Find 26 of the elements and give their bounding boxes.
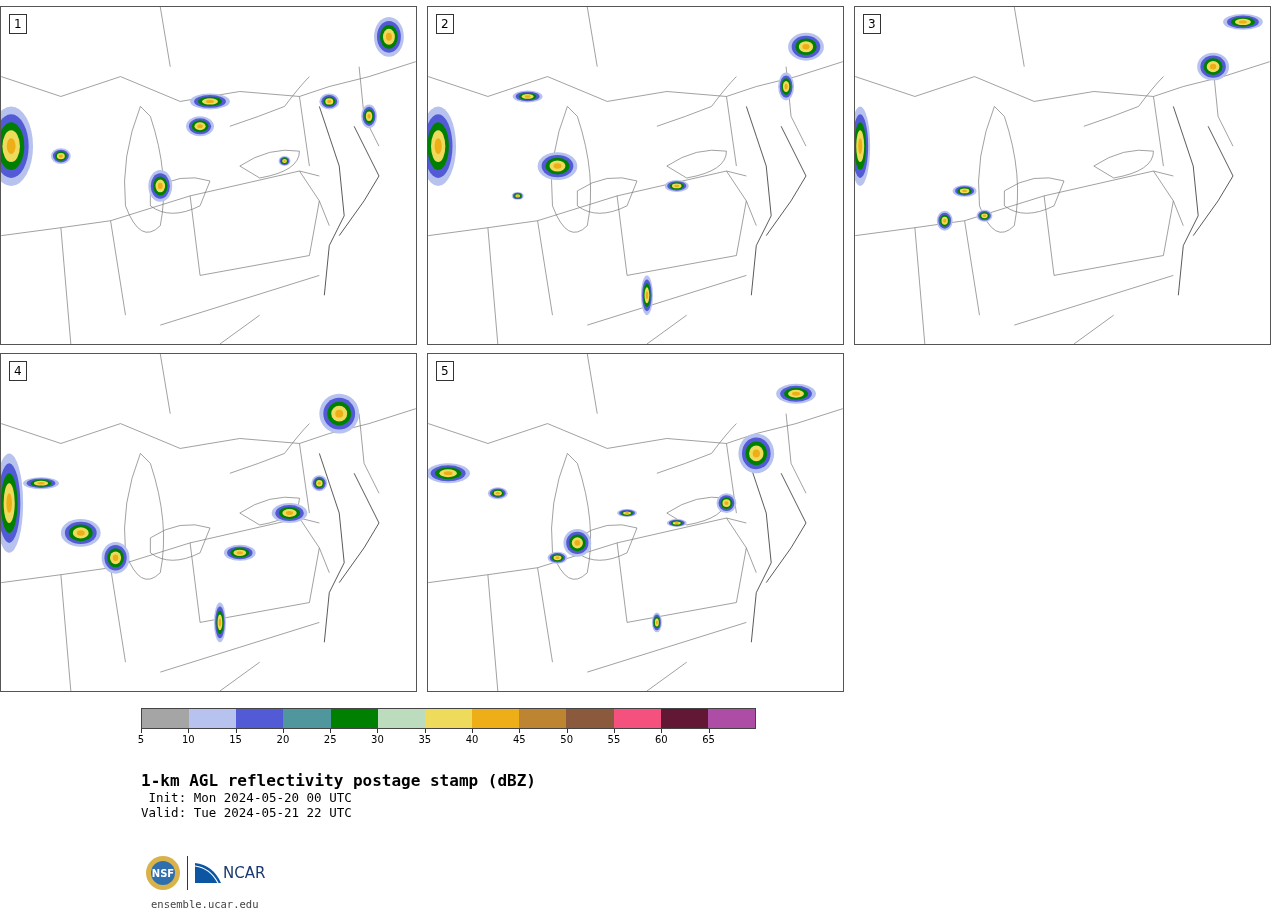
logo-wordmark: NCAR xyxy=(223,864,266,882)
tick-label: 25 xyxy=(323,733,337,746)
tick-label: 30 xyxy=(371,733,384,746)
tick-label: 50 xyxy=(560,733,574,746)
arc-logo-icon xyxy=(195,863,221,883)
panel-number: 4 xyxy=(9,361,27,381)
tick-label: 10 xyxy=(181,733,195,746)
tick-label: 40 xyxy=(465,733,479,746)
panel-number: 2 xyxy=(436,14,454,34)
divider-line xyxy=(187,856,189,890)
init-time: Init: Mon 2024-05-20 00 UTC xyxy=(147,790,353,805)
tick-label: 20 xyxy=(276,733,290,746)
tick-label: 15 xyxy=(229,733,242,746)
panel-number: 1 xyxy=(9,14,27,34)
panel-number: 5 xyxy=(436,361,454,381)
valid-time: Valid: Tue 2024-05-21 22 UTC xyxy=(141,805,353,820)
site-url: ensemble.ucar.edu xyxy=(151,898,260,910)
tick-label: 60 xyxy=(654,733,668,746)
tick-label: 45 xyxy=(513,733,526,746)
seal-logo: NSF xyxy=(145,855,181,891)
tick-label: 5 xyxy=(137,733,145,746)
chart-title: 1-km AGL reflectivity postage stamp (dBZ) xyxy=(141,772,537,790)
panel-number: 3 xyxy=(863,14,881,34)
tick-label: 65 xyxy=(702,733,715,746)
tick-label: 55 xyxy=(607,733,621,746)
tick-label: 35 xyxy=(418,733,432,746)
